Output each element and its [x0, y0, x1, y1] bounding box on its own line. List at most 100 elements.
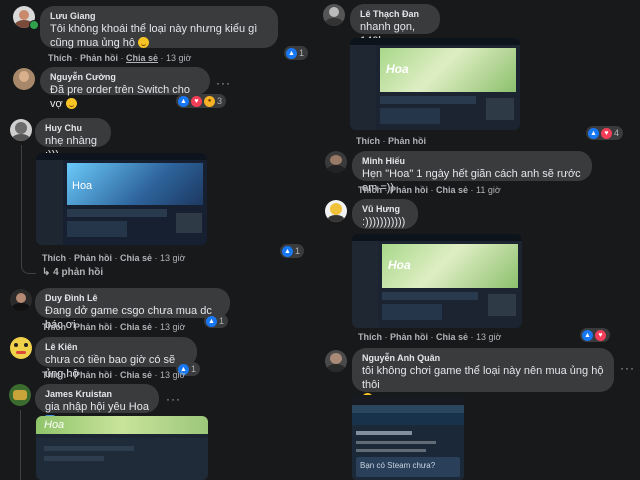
comment-actions: Thích · Phản hồi · Chia sẻ · 13 giờ: [42, 253, 186, 263]
avatar[interactable]: [9, 384, 31, 406]
like-link[interactable]: Thích: [358, 332, 382, 342]
comment-actions: Thích · Phản hồi · Chia sẻ · 13 giờ: [358, 332, 502, 342]
thread-line: [21, 257, 36, 274]
share-link[interactable]: Chia sẻ: [120, 322, 152, 332]
share-link[interactable]: Chia sẻ: [436, 185, 468, 195]
steam-prompt-text: Bạn có Steam chưa?: [360, 461, 436, 470]
comment-actions: Thích · Phản hồi · Chia sẻ · 13 giờ: [48, 53, 192, 63]
avatar[interactable]: [13, 68, 35, 90]
commenter-name[interactable]: Lê Kiên: [45, 341, 187, 353]
comment-bubble: James Kruistan gia nhập hội yêu Hoa: [35, 384, 159, 425]
commenter-name[interactable]: Duy Đình Lê: [45, 292, 220, 304]
like-reaction-icon: ▲: [582, 329, 593, 341]
reply-link[interactable]: Phản hồi: [388, 136, 426, 146]
avatar[interactable]: [325, 151, 347, 173]
comment-image[interactable]: Hoa: [36, 153, 207, 245]
comment-bubble: Lê Kiên chưa có tiền bao giờ có sẽ ủng h…: [35, 337, 197, 380]
comment-bubble: Duy Đình Lê Đang dở game csgo chưa mua d…: [35, 288, 230, 331]
comment-text: :))))))))))): [362, 216, 406, 228]
reaction-count[interactable]: ▲ ♥ 4: [586, 126, 624, 140]
avatar[interactable]: [323, 4, 345, 26]
commenter-name[interactable]: Minh Hiếu: [362, 155, 582, 167]
comment-bubble: Vũ Hưng :))))))))))): [352, 199, 418, 229]
comment-image[interactable]: Hoa: [350, 38, 520, 130]
more-options-icon[interactable]: ···: [620, 361, 635, 375]
comment-bubble: Nguyễn Cường Đã pre order trên Switch ch…: [40, 67, 210, 110]
comment-image[interactable]: Hoa: [352, 234, 522, 328]
grin-emoji-icon: [138, 37, 150, 48]
comment-time[interactable]: 13 giờ: [166, 53, 191, 63]
comment-bubble: Lưu Giang Tôi không khoái thể loại này n…: [40, 6, 278, 49]
like-reaction-icon: ▲: [286, 47, 297, 59]
commenter-name[interactable]: Lưu Giang: [50, 10, 268, 22]
commenter-name[interactable]: Nguyễn Anh Quân: [362, 352, 604, 364]
comment-text: tôi không chơi game thể loại này nên mua…: [362, 365, 604, 391]
comment-actions: Thích · Phản hồi · Chia sẻ · 11 giờ: [358, 185, 501, 195]
reply-link[interactable]: Phản hồi: [74, 322, 112, 332]
reaction-count[interactable]: ▲ 1: [284, 46, 309, 60]
avatar[interactable]: [325, 350, 347, 372]
commenter-name[interactable]: Huy Chu: [45, 122, 101, 134]
comment-time[interactable]: 13 giờ: [160, 370, 185, 380]
comment-time[interactable]: 13 giờ: [160, 322, 185, 332]
comment-bubble: Huy Chu nhẹ nhàng :))): [35, 118, 111, 161]
like-link[interactable]: Thích: [358, 185, 382, 195]
avatar[interactable]: [10, 289, 32, 311]
reply-link[interactable]: Phản hồi: [390, 185, 428, 195]
commenter-name[interactable]: James Kruistan: [45, 388, 149, 400]
comment-bubble: Minh Hiếu Hẹn "Hoa" 1 ngày hết giãn cách…: [352, 151, 592, 194]
reaction-count[interactable]: ▲ ♥ ● 3: [176, 94, 227, 108]
comment-image[interactable]: Hoa: [36, 416, 208, 480]
share-link[interactable]: Chia sẻ: [120, 253, 152, 263]
heart-reaction-icon: ♥: [191, 95, 202, 107]
comments-right-column: Lê Thạch Đan nhanh gọn, 140k Hoa ▲ ♥ 4 T…: [318, 0, 640, 480]
like-link[interactable]: Thích: [42, 253, 66, 263]
game-title-text: Hoa: [72, 180, 93, 192]
view-replies-link[interactable]: ↳ 4 phản hồi: [42, 267, 103, 278]
avatar[interactable]: [10, 337, 32, 359]
thread-line: [21, 145, 22, 267]
comment-bubble: Nguyễn Anh Quân tôi không chơi game thể …: [352, 348, 614, 404]
comment-time[interactable]: 11 giờ: [476, 185, 501, 195]
like-link[interactable]: Thích: [42, 322, 66, 332]
reaction-count[interactable]: ▲ 1: [280, 244, 305, 258]
share-link[interactable]: Chia sẻ: [120, 370, 152, 380]
avatar[interactable]: [10, 119, 32, 141]
heart-reaction-icon: ♥: [595, 329, 606, 341]
like-link[interactable]: Thích: [42, 370, 66, 380]
share-link[interactable]: Chia sẻ: [436, 332, 468, 342]
comment-actions: Thích · Phản hồi: [356, 136, 426, 146]
heart-reaction-icon: ♥: [601, 127, 612, 139]
avatar[interactable]: [325, 200, 347, 222]
grin-emoji-icon: [65, 98, 77, 109]
reaction-count[interactable]: ▲ ♥: [580, 328, 610, 342]
like-reaction-icon: ▲: [206, 315, 217, 327]
more-options-icon[interactable]: ···: [166, 392, 181, 406]
reply-link[interactable]: Phản hồi: [80, 53, 118, 63]
reply-link[interactable]: Phản hồi: [74, 253, 112, 263]
like-reaction-icon: ▲: [588, 127, 599, 139]
commenter-name[interactable]: Vũ Hưng: [362, 203, 408, 215]
thread-line: [20, 410, 21, 480]
like-link[interactable]: Thích: [356, 136, 380, 146]
haha-reaction-icon: ●: [204, 95, 215, 107]
like-reaction-icon: ▲: [282, 245, 293, 257]
comment-actions: Thích · Phản hồi · Chia sẻ · 13 giờ: [42, 370, 186, 380]
online-dot: [29, 20, 39, 30]
more-options-icon[interactable]: ···: [216, 76, 231, 90]
comment-text: Tôi không khoái thể loại này nhưng kiểu …: [50, 23, 258, 49]
commenter-name[interactable]: Nguyễn Cường: [50, 71, 200, 83]
reply-link[interactable]: Phản hồi: [390, 332, 428, 342]
reaction-count[interactable]: ▲ 1: [204, 314, 229, 328]
comment-image[interactable]: Bạn có Steam chưa?: [352, 395, 464, 480]
share-link[interactable]: Chia sẻ: [126, 53, 158, 63]
reply-arrow-icon: ↳: [42, 267, 51, 278]
comment-time[interactable]: 13 giờ: [160, 253, 185, 263]
reply-link[interactable]: Phản hồi: [74, 370, 112, 380]
comment-text: gia nhập hội yêu Hoa: [45, 401, 149, 413]
comment-actions: Thích · Phản hồi · Chia sẻ · 13 giờ: [42, 322, 186, 332]
commenter-name[interactable]: Lê Thạch Đan: [360, 8, 430, 20]
like-link[interactable]: Thích: [48, 53, 72, 63]
comments-left-column: Lưu Giang Tôi không khoái thể loại này n…: [0, 0, 316, 480]
comment-time[interactable]: 13 giờ: [476, 332, 501, 342]
